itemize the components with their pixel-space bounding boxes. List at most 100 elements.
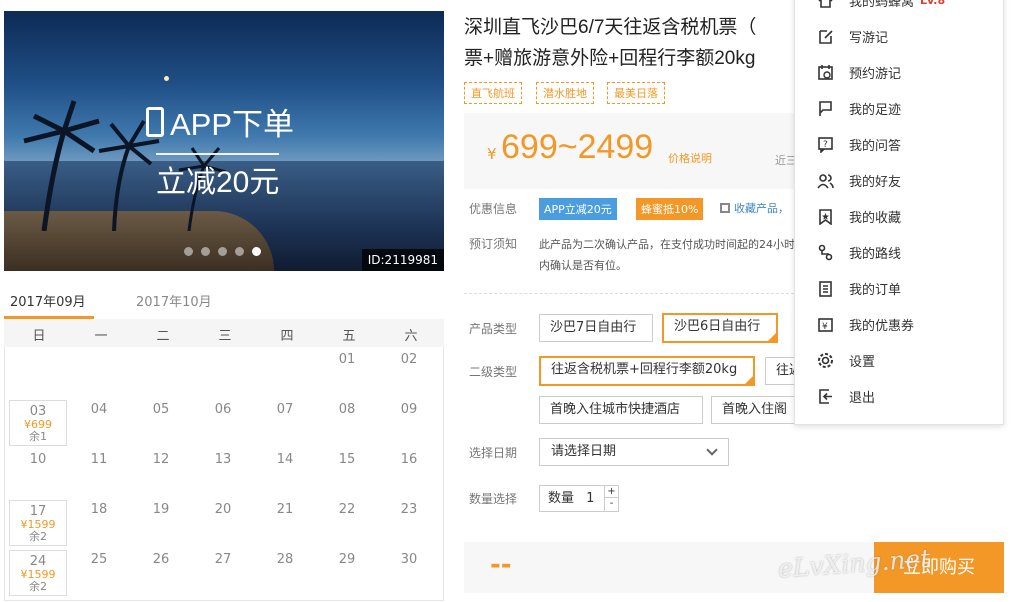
product-hero-image[interactable]: APP下单 立减20元 ID:2119981 <box>4 11 444 271</box>
calendar-day-available[interactable]: 17 ¥1599 余2 <box>9 500 67 546</box>
calendar-day: 07 <box>256 399 314 445</box>
day-remaining: 余2 <box>29 530 47 543</box>
quantity-minus-button[interactable]: - <box>605 498 618 510</box>
calendar-day: 27 <box>194 549 252 595</box>
day-number: 22 <box>338 502 356 517</box>
day-number: 24 <box>29 554 47 569</box>
day-number: 23 <box>400 502 418 517</box>
menu-item-schedule[interactable]: 预约游记 <box>795 54 1003 90</box>
carousel-dot[interactable] <box>218 247 227 256</box>
day-number: 03 <box>29 404 47 419</box>
menu-item-gear[interactable]: 设置 <box>795 342 1003 378</box>
friends-icon <box>817 172 834 189</box>
calendar-day: 20 <box>194 499 252 545</box>
day-number: 09 <box>400 402 418 417</box>
price-explain-link[interactable]: 价格说明 <box>668 150 712 166</box>
date-placeholder: 请选择日期 <box>551 444 617 459</box>
menu-item-logout[interactable]: 退出 <box>795 378 1003 414</box>
calendar-day: 09 <box>380 399 438 445</box>
calendar-day-available[interactable]: 24 ¥1599 余2 <box>9 550 67 596</box>
quantity-stepper[interactable]: 数量 1 + - <box>539 485 619 512</box>
weekday-label: 日 <box>32 329 46 344</box>
calendar-day: 11 <box>70 449 128 495</box>
calendar-day: 15 <box>318 449 376 495</box>
tag-direct-flight: 直飞航班 <box>464 82 522 104</box>
option-roundtrip[interactable]: 往返 <box>765 357 797 385</box>
product-type-label: 产品类型 <box>469 322 518 336</box>
calendar-day: 10 <box>9 449 67 495</box>
menu-item-friends[interactable]: 我的好友 <box>795 162 1003 198</box>
edit-icon <box>817 28 834 45</box>
option-resort-hotel[interactable]: 首晚入住阁 <box>711 396 797 424</box>
option-city-hotel[interactable]: 首晚入住城市快捷酒店 <box>539 396 703 424</box>
carousel-dots[interactable] <box>184 247 261 256</box>
chevron-down-icon <box>706 444 718 456</box>
calendar-day-available[interactable]: 03 ¥699 余1 <box>9 400 67 446</box>
phone-icon <box>146 106 164 137</box>
quantity-plus-button[interactable]: + <box>605 486 618 498</box>
day-number: 07 <box>276 402 294 417</box>
quantity-label: 数量选择 <box>469 492 518 506</box>
calendar-day: 16 <box>380 449 438 495</box>
product-id-badge: ID:2119981 <box>361 249 444 271</box>
day-number: 17 <box>29 504 47 519</box>
tab-month-2017-10[interactable]: 2017年10月 <box>136 291 212 310</box>
menu-item-label: 写游记 <box>849 30 889 46</box>
day-number: 06 <box>214 402 232 417</box>
option-sabah-6day[interactable]: 沙巴6日自由行 <box>662 313 778 343</box>
question-icon: ? <box>817 136 834 153</box>
option-roundtrip-luggage[interactable]: 往返含税机票+回程行李额20kg <box>539 356 755 386</box>
star-bookmark-icon <box>817 208 834 225</box>
tag-sunset: 最美日落 <box>607 82 665 104</box>
day-number: 16 <box>400 452 418 467</box>
weekday-label: 六 <box>404 329 418 344</box>
product-title: 深圳直飞沙巴6/7天往返含税机票（ 票+赠旅游意外险+回程行李额20kg <box>464 12 804 74</box>
calendar-day: 23 <box>380 499 438 545</box>
calendar-day: 18 <box>70 499 128 545</box>
favorite-label: 收藏产品， <box>734 202 789 215</box>
menu-item-coupon[interactable]: ¥ 我的优惠券 <box>795 306 1003 342</box>
menu-item-label: 我的问答 <box>849 138 902 154</box>
menu-item-label: 预约游记 <box>849 66 902 82</box>
weekday-label: 二 <box>156 329 170 344</box>
menu-item-flag[interactable]: 我的足迹 <box>795 90 1003 126</box>
flag-icon <box>817 100 834 117</box>
menu-item-label: 我的路线 <box>849 246 902 262</box>
divider <box>464 293 794 294</box>
menu-item-order-list[interactable]: 我的订单 <box>795 270 1003 306</box>
day-remaining: 余2 <box>29 580 47 593</box>
favorite-product-link[interactable]: 收藏产品， <box>720 200 789 216</box>
option-sabah-7day[interactable]: 沙巴7日自由行 <box>539 314 653 342</box>
carousel-dot[interactable] <box>201 247 210 256</box>
weekday-label: 三 <box>218 329 232 344</box>
carousel-dot[interactable] <box>252 247 261 256</box>
menu-item-home[interactable]: 我的蚂蜂窝 Lv.8 <box>795 0 1003 18</box>
product-title-line1: 深圳直飞沙巴6/7天往返含税机票（ <box>464 17 757 38</box>
weekday-label: 四 <box>280 329 294 344</box>
route-icon <box>817 244 834 261</box>
day-number: 08 <box>338 402 356 417</box>
schedule-icon <box>817 64 834 81</box>
calendar-day: 04 <box>70 399 128 445</box>
menu-item-label: 我的好友 <box>849 174 902 190</box>
calendar-day: 30 <box>380 549 438 595</box>
date-select[interactable]: 请选择日期 <box>539 438 729 466</box>
qr-icon <box>720 203 730 213</box>
carousel-dot[interactable] <box>235 247 244 256</box>
calendar-day: 29 <box>318 549 376 595</box>
day-number: 26 <box>152 552 170 567</box>
calendar-day: 08 <box>318 399 376 445</box>
menu-item-route[interactable]: 我的路线 <box>795 234 1003 270</box>
menu-item-label: 我的蚂蜂窝 <box>849 0 915 10</box>
day-number: 01 <box>338 352 356 367</box>
day-number: 19 <box>152 502 170 517</box>
quantity-value[interactable]: 1 <box>586 491 594 506</box>
notice-text: 此产品为二次确认产品，在支付成功时间起的24小时内确认是否有位。 <box>539 238 795 272</box>
quantity-prefix: 数量 <box>548 491 575 506</box>
tab-month-2017-09[interactable]: 2017年09月 <box>10 291 86 310</box>
carousel-dot[interactable] <box>184 247 193 256</box>
menu-item-edit[interactable]: 写游记 <box>795 18 1003 54</box>
menu-item-question[interactable]: ? 我的问答 <box>795 126 1003 162</box>
day-number: 30 <box>400 552 418 567</box>
menu-item-star-bookmark[interactable]: 我的收藏 <box>795 198 1003 234</box>
